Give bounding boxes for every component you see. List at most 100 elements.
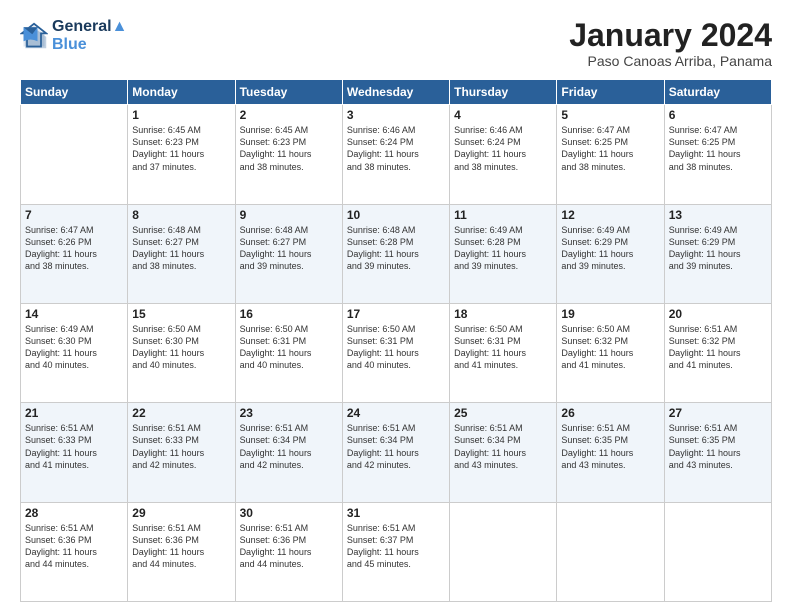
title-area: January 2024 Paso Canoas Arriba, Panama xyxy=(569,18,772,69)
cell-info: Sunrise: 6:48 AM Sunset: 6:28 PM Dayligh… xyxy=(347,224,445,273)
cell-info: Sunrise: 6:51 AM Sunset: 6:37 PM Dayligh… xyxy=(347,522,445,571)
cell-info: Sunrise: 6:51 AM Sunset: 6:34 PM Dayligh… xyxy=(347,422,445,471)
logo-blue-text: ▲ xyxy=(112,18,128,35)
cell-info: Sunrise: 6:51 AM Sunset: 6:35 PM Dayligh… xyxy=(669,422,767,471)
cell-info: Sunrise: 6:51 AM Sunset: 6:33 PM Dayligh… xyxy=(132,422,230,471)
day-number: 27 xyxy=(669,406,767,420)
calendar-cell: 8 Sunrise: 6:48 AM Sunset: 6:27 PM Daylig… xyxy=(128,204,235,303)
day-number: 29 xyxy=(132,506,230,520)
calendar-cell: 31 Sunrise: 6:51 AM Sunset: 6:37 PM Dayli… xyxy=(342,502,449,601)
day-number: 2 xyxy=(240,108,338,122)
calendar-week-1: 1Sunrise: 6:45 AM Sunset: 6:23 PM Daylig… xyxy=(21,105,772,204)
cell-info: Sunrise: 6:51 AM Sunset: 6:36 PM Dayligh… xyxy=(25,522,123,571)
calendar-week-5: 28 Sunrise: 6:51 AM Sunset: 6:36 PM Dayli… xyxy=(21,502,772,601)
cell-info: Sunrise: 6:50 AM Sunset: 6:32 PM Dayligh… xyxy=(561,323,659,372)
calendar-cell: 7 Sunrise: 6:47 AM Sunset: 6:26 PM Daylig… xyxy=(21,204,128,303)
day-number: 24 xyxy=(347,406,445,420)
calendar-cell: 17 Sunrise: 6:50 AM Sunset: 6:31 PM Dayli… xyxy=(342,303,449,402)
day-number: 17 xyxy=(347,307,445,321)
weekday-header-saturday: Saturday xyxy=(664,80,771,105)
cell-info: Sunrise: 6:50 AM Sunset: 6:30 PM Dayligh… xyxy=(132,323,230,372)
calendar-week-4: 21Sunrise: 6:51 AM Sunset: 6:33 PM Dayli… xyxy=(21,403,772,502)
cell-info: Sunrise: 6:46 AM Sunset: 6:24 PM Dayligh… xyxy=(454,124,552,173)
calendar-week-3: 14Sunrise: 6:49 AM Sunset: 6:30 PM Dayli… xyxy=(21,303,772,402)
weekday-header-row: SundayMondayTuesdayWednesdayThursdayFrid… xyxy=(21,80,772,105)
day-number: 25 xyxy=(454,406,552,420)
day-number: 4 xyxy=(454,108,552,122)
cell-info: Sunrise: 6:51 AM Sunset: 6:34 PM Dayligh… xyxy=(454,422,552,471)
cell-info: Sunrise: 6:51 AM Sunset: 6:36 PM Dayligh… xyxy=(132,522,230,571)
day-number: 28 xyxy=(25,506,123,520)
logo-text: General▲ Blue xyxy=(52,18,127,53)
logo-blue: Blue xyxy=(52,36,127,54)
calendar-cell xyxy=(664,502,771,601)
page: General▲ Blue January 2024 Paso Canoas A… xyxy=(0,0,792,612)
day-number: 14 xyxy=(25,307,123,321)
day-number: 7 xyxy=(25,208,123,222)
month-title: January 2024 xyxy=(569,18,772,53)
calendar-cell: 4 Sunrise: 6:46 AM Sunset: 6:24 PM Daylig… xyxy=(450,105,557,204)
day-number: 10 xyxy=(347,208,445,222)
calendar-cell: 30 Sunrise: 6:51 AM Sunset: 6:36 PM Dayli… xyxy=(235,502,342,601)
header: General▲ Blue January 2024 Paso Canoas A… xyxy=(20,18,772,69)
calendar-cell: 19 Sunrise: 6:50 AM Sunset: 6:32 PM Dayli… xyxy=(557,303,664,402)
cell-info: Sunrise: 6:49 AM Sunset: 6:29 PM Dayligh… xyxy=(669,224,767,273)
calendar-cell: 3Sunrise: 6:46 AM Sunset: 6:24 PM Daylig… xyxy=(342,105,449,204)
cell-info: Sunrise: 6:50 AM Sunset: 6:31 PM Dayligh… xyxy=(454,323,552,372)
calendar-cell: 13 Sunrise: 6:49 AM Sunset: 6:29 PM Dayli… xyxy=(664,204,771,303)
cell-info: Sunrise: 6:50 AM Sunset: 6:31 PM Dayligh… xyxy=(240,323,338,372)
cell-info: Sunrise: 6:49 AM Sunset: 6:29 PM Dayligh… xyxy=(561,224,659,273)
calendar-cell xyxy=(557,502,664,601)
calendar-cell: 1Sunrise: 6:45 AM Sunset: 6:23 PM Daylig… xyxy=(128,105,235,204)
day-number: 12 xyxy=(561,208,659,222)
cell-info: Sunrise: 6:51 AM Sunset: 6:36 PM Dayligh… xyxy=(240,522,338,571)
day-number: 16 xyxy=(240,307,338,321)
calendar: SundayMondayTuesdayWednesdayThursdayFrid… xyxy=(20,79,772,602)
calendar-cell: 15 Sunrise: 6:50 AM Sunset: 6:30 PM Dayli… xyxy=(128,303,235,402)
cell-info: Sunrise: 6:47 AM Sunset: 6:26 PM Dayligh… xyxy=(25,224,123,273)
day-number: 31 xyxy=(347,506,445,520)
calendar-cell: 29 Sunrise: 6:51 AM Sunset: 6:36 PM Dayli… xyxy=(128,502,235,601)
cell-info: Sunrise: 6:48 AM Sunset: 6:27 PM Dayligh… xyxy=(132,224,230,273)
day-number: 26 xyxy=(561,406,659,420)
calendar-cell: 12 Sunrise: 6:49 AM Sunset: 6:29 PM Dayli… xyxy=(557,204,664,303)
calendar-cell: 2 Sunrise: 6:45 AM Sunset: 6:23 PM Daylig… xyxy=(235,105,342,204)
day-number: 6 xyxy=(669,108,767,122)
day-number: 18 xyxy=(454,307,552,321)
logo-general: General xyxy=(52,18,112,35)
calendar-cell: 21Sunrise: 6:51 AM Sunset: 6:33 PM Dayli… xyxy=(21,403,128,502)
day-number: 11 xyxy=(454,208,552,222)
day-number: 15 xyxy=(132,307,230,321)
calendar-cell: 10 Sunrise: 6:48 AM Sunset: 6:28 PM Dayli… xyxy=(342,204,449,303)
weekday-header-thursday: Thursday xyxy=(450,80,557,105)
day-number: 5 xyxy=(561,108,659,122)
calendar-cell: 25 Sunrise: 6:51 AM Sunset: 6:34 PM Dayli… xyxy=(450,403,557,502)
calendar-cell: 9Sunrise: 6:48 AM Sunset: 6:27 PM Daylig… xyxy=(235,204,342,303)
weekday-header-wednesday: Wednesday xyxy=(342,80,449,105)
cell-info: Sunrise: 6:47 AM Sunset: 6:25 PM Dayligh… xyxy=(561,124,659,173)
day-number: 20 xyxy=(669,307,767,321)
calendar-cell xyxy=(450,502,557,601)
calendar-cell: 28 Sunrise: 6:51 AM Sunset: 6:36 PM Dayli… xyxy=(21,502,128,601)
day-number: 23 xyxy=(240,406,338,420)
calendar-cell: 20Sunrise: 6:51 AM Sunset: 6:32 PM Dayli… xyxy=(664,303,771,402)
day-number: 13 xyxy=(669,208,767,222)
day-number: 3 xyxy=(347,108,445,122)
calendar-cell: 24 Sunrise: 6:51 AM Sunset: 6:34 PM Dayli… xyxy=(342,403,449,502)
cell-info: Sunrise: 6:48 AM Sunset: 6:27 PM Dayligh… xyxy=(240,224,338,273)
calendar-cell: 14Sunrise: 6:49 AM Sunset: 6:30 PM Dayli… xyxy=(21,303,128,402)
calendar-cell: 6Sunrise: 6:47 AM Sunset: 6:25 PM Daylig… xyxy=(664,105,771,204)
calendar-cell: 26Sunrise: 6:51 AM Sunset: 6:35 PM Dayli… xyxy=(557,403,664,502)
day-number: 19 xyxy=(561,307,659,321)
cell-info: Sunrise: 6:45 AM Sunset: 6:23 PM Dayligh… xyxy=(240,124,338,173)
cell-info: Sunrise: 6:45 AM Sunset: 6:23 PM Dayligh… xyxy=(132,124,230,173)
day-number: 30 xyxy=(240,506,338,520)
calendar-cell: 27 Sunrise: 6:51 AM Sunset: 6:35 PM Dayli… xyxy=(664,403,771,502)
calendar-cell: 23Sunrise: 6:51 AM Sunset: 6:34 PM Dayli… xyxy=(235,403,342,502)
weekday-header-monday: Monday xyxy=(128,80,235,105)
day-number: 22 xyxy=(132,406,230,420)
day-number: 8 xyxy=(132,208,230,222)
location: Paso Canoas Arriba, Panama xyxy=(569,53,772,69)
cell-info: Sunrise: 6:50 AM Sunset: 6:31 PM Dayligh… xyxy=(347,323,445,372)
weekday-header-tuesday: Tuesday xyxy=(235,80,342,105)
